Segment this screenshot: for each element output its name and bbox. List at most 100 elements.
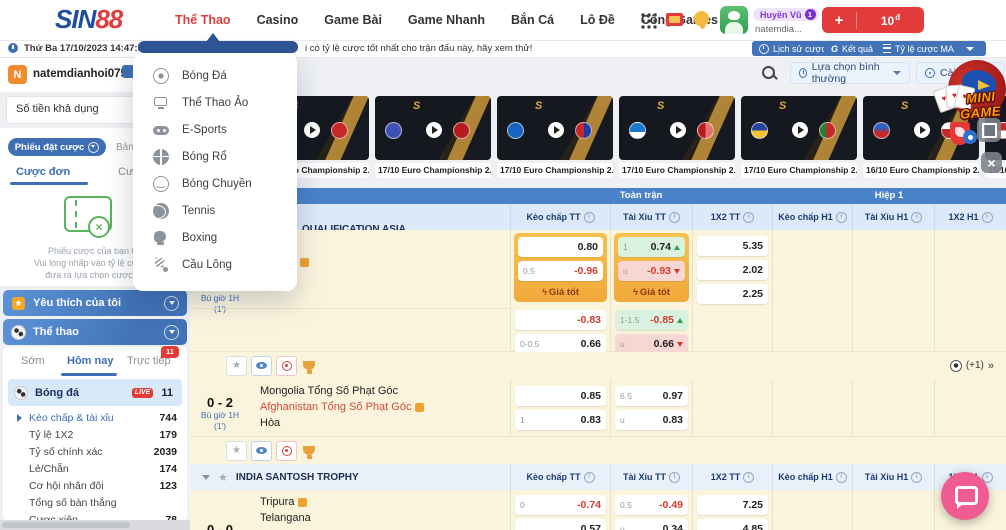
trophy-cup-icon[interactable] [303, 446, 315, 455]
info-icon[interactable] [911, 212, 922, 223]
market-item-total-goals[interactable]: Tổng số bàn thắng [3, 494, 187, 511]
live-chat-button[interactable] [941, 472, 989, 520]
menu-item-football[interactable]: Bóng Đá [133, 62, 297, 89]
avatar[interactable] [720, 6, 748, 34]
nav-game-bai[interactable]: Game Bài [324, 13, 382, 27]
info-icon[interactable] [982, 212, 993, 223]
odds-button[interactable]: 6.50.97 [615, 386, 688, 406]
info-icon[interactable] [911, 472, 922, 483]
odds-button[interactable]: 4.85 [697, 519, 768, 530]
promo-envelope-icon[interactable] [666, 13, 683, 26]
menu-item-basketball[interactable]: Bóng Rổ [133, 143, 297, 170]
info-icon[interactable] [836, 472, 847, 483]
odds-button[interactable]: 10.83 [515, 410, 606, 430]
odds-button[interactable]: 2.25 [697, 284, 768, 304]
search-icon[interactable] [762, 66, 777, 81]
favorite-star-icon[interactable] [226, 356, 247, 376]
odds-button[interactable]: 0.5-0.96 [518, 261, 603, 281]
nav-ban-ca[interactable]: Bắn Cá [511, 13, 554, 27]
info-icon[interactable] [669, 212, 680, 223]
market-item-correct-score[interactable]: Tỷ số chính xác2039 [3, 443, 187, 460]
bet-slip-tab[interactable]: Phiếu đặt cược [8, 138, 106, 156]
plus-icon[interactable]: + [822, 12, 857, 29]
odds-button[interactable]: 0.5-0.49 [615, 495, 688, 515]
favorite-star-icon[interactable] [226, 441, 247, 461]
odds-button[interactable]: 1-1.5-0.85 [615, 310, 688, 330]
odds-button[interactable]: 0-0.50.66 [515, 334, 606, 354]
scrollbar-thumb[interactable] [2, 522, 130, 528]
soccer-ball-icon [14, 386, 28, 400]
apps-grid-icon[interactable] [640, 12, 657, 29]
league-star-icon[interactable]: ★ [218, 471, 228, 484]
info-icon[interactable] [743, 212, 754, 223]
brand-logo[interactable]: SIN88 [55, 4, 122, 35]
info-icon[interactable] [669, 472, 680, 483]
collapse-chevron-icon[interactable] [164, 296, 179, 311]
market-item-odd-even[interactable]: Lẻ/Chẵn174 [3, 460, 187, 477]
odds-button[interactable]: u0.34 [615, 519, 688, 530]
menu-item-badminton[interactable]: Cầu Lông [133, 251, 297, 278]
market-item-1x2[interactable]: Tỷ lệ 1X2179 [3, 426, 187, 443]
teams-cell[interactable]: Mongolia Tổng Số Phạt Góc Afghanistan Tổ… [250, 379, 510, 436]
stats-target-icon[interactable] [276, 441, 297, 461]
odds-button[interactable]: 5.35 [697, 236, 768, 256]
deposit-balance-button[interactable]: + 10đ [822, 7, 924, 33]
nav-the-thao[interactable]: Thể Thao [175, 13, 231, 27]
odds-button[interactable]: 2.02 [697, 260, 768, 280]
sidebar-item-football[interactable]: Bóng đá LIVE 11 [8, 379, 182, 406]
video-banner-card[interactable]: S 17/10 Euro Championship 2... [375, 96, 491, 180]
menu-item-virtual-sports[interactable]: Thể Thao Ảo [133, 89, 297, 116]
tab-early[interactable]: Sớm [21, 355, 45, 367]
menu-item-volleyball[interactable]: Bóng Chuyền [133, 170, 297, 197]
teams-cell[interactable]: Tripura Telangana [250, 490, 510, 530]
expand-button[interactable] [977, 118, 1001, 142]
close-widget-button[interactable]: × [981, 152, 1002, 173]
video-banner-card[interactable]: S 17/10 Euro Championship 2... [619, 96, 735, 180]
nav-lo-de[interactable]: Lô Đề [580, 13, 615, 27]
odds-button[interactable]: -0.83 [515, 310, 606, 330]
more-markets-link[interactable]: (+1) » [950, 360, 994, 372]
play-icon [304, 122, 320, 138]
user-initial-avatar[interactable]: N [8, 65, 27, 84]
tab-today[interactable]: Hôm nay [67, 355, 113, 367]
odds-button[interactable]: 0.85 [515, 386, 606, 406]
menu-item-tennis[interactable]: Tennis [133, 197, 297, 224]
sports-header[interactable]: Thể thao [3, 319, 187, 345]
results-button[interactable]: GKết quả [824, 41, 880, 56]
info-icon[interactable] [584, 212, 595, 223]
info-icon[interactable] [743, 472, 754, 483]
odds-button[interactable]: u0.66 [615, 334, 688, 354]
video-banner-card[interactable]: S 17/10 Euro Championship 2... [741, 96, 857, 180]
menu-item-esports[interactable]: E-Sports [133, 116, 297, 143]
user-level-badge[interactable]: Huyền Vũ1 [753, 8, 819, 21]
stats-target-icon[interactable] [276, 356, 297, 376]
odds-button[interactable]: 0-0.74 [515, 495, 606, 515]
odds-button[interactable]: 0.80 [518, 237, 603, 257]
odds-button[interactable]: 0.57 [515, 519, 606, 530]
tab-single-bet[interactable]: Cược đơn [16, 166, 70, 178]
watch-eye-icon[interactable] [251, 356, 272, 376]
video-banner-card[interactable]: S 17/10 Euro Championship 2... [497, 96, 613, 180]
odds-button[interactable]: 7.25 [697, 495, 768, 515]
menu-item-boxing[interactable]: Boxing [133, 224, 297, 251]
nav-casino[interactable]: Casino [257, 13, 299, 27]
favorites-header[interactable]: ★ Yêu thích của tôi [3, 290, 187, 316]
odds-button[interactable]: u-0.93 [618, 261, 685, 281]
trophy-cup-icon[interactable] [303, 361, 315, 370]
odds-type-dropdown[interactable]: Tỷ lệ cược MA [876, 41, 986, 56]
nav-game-nhanh[interactable]: Game Nhanh [408, 13, 485, 27]
watch-eye-icon[interactable] [251, 441, 272, 461]
league-header-row[interactable]: QUALIFICATION ASIA Kèo chấp TT Tài Xỉu T… [190, 204, 1006, 230]
market-item-double-chance[interactable]: Cơ hội nhân đôi123 [3, 477, 187, 494]
bet-history-button[interactable]: Lịch sử cược [752, 41, 833, 56]
collapse-chevron-icon[interactable] [164, 325, 179, 340]
market-item-handicap[interactable]: Kèo chấp & tài xỉu744 [3, 409, 187, 426]
info-icon[interactable] [836, 212, 847, 223]
mini-game-widget[interactable]: MINI GAME × [930, 56, 1006, 181]
info-icon[interactable] [584, 472, 595, 483]
time-filter-dropdown[interactable]: Lựa chọn bình thường [790, 62, 910, 84]
odds-button[interactable]: u0.83 [615, 410, 688, 430]
collapse-chevron-icon[interactable] [202, 475, 210, 480]
odds-button[interactable]: 10.74 [618, 237, 685, 257]
league-header-row[interactable]: ★ INDIA SANTOSH TROPHY Kèo chấp TT Tài X… [190, 464, 1006, 490]
